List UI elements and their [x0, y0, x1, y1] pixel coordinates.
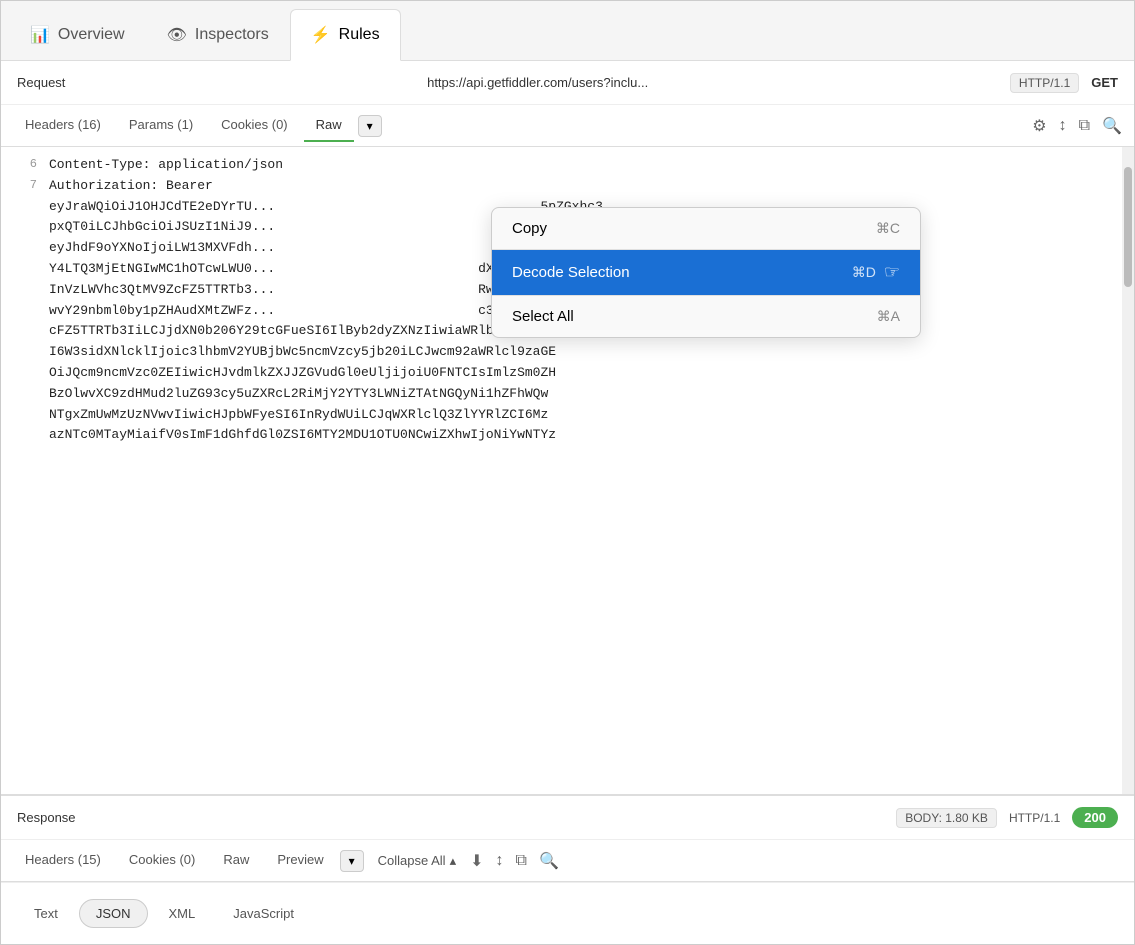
tab-rules-label: Rules [339, 26, 380, 44]
top-tabs: 📊 Overview 👁 Inspectors ⚡ Rules [1, 1, 1134, 61]
request-bar: Request https://api.getfiddler.com/users… [1, 61, 1134, 105]
sub-tab-raw[interactable]: Raw [304, 109, 354, 142]
tab-inspectors-label: Inspectors [195, 26, 269, 44]
response-sub-tab-cookies[interactable]: Cookies (0) [117, 844, 207, 877]
response-toolbar-icons: ⬇ ↕ ⧉ 🔍 [470, 851, 559, 871]
format-tab-text[interactable]: Text [17, 899, 75, 928]
format-tab-json[interactable]: JSON [79, 899, 148, 928]
decode-shortcut: ⌘D [852, 264, 876, 281]
response-copy-icon[interactable]: ⧉ [516, 852, 527, 870]
raw-dropdown[interactable]: ▾ [358, 115, 382, 137]
request-protocol: HTTP/1.1 [1010, 73, 1079, 93]
format-tab-javascript[interactable]: JavaScript [216, 899, 311, 928]
response-meta: BODY: 1.80 KB HTTP/1.1 200 [896, 807, 1118, 828]
response-sub-tabs: Headers (15) Cookies (0) Raw Preview ▾ C… [1, 840, 1134, 882]
filter-icon[interactable]: ⚙ [1032, 116, 1046, 136]
body-size: BODY: 1.80 KB [896, 808, 997, 828]
response-sort-icon[interactable]: ↕ [496, 852, 504, 870]
cursor-icon: ☞ [884, 262, 900, 283]
response-sub-tab-raw[interactable]: Raw [211, 844, 261, 877]
app-container: 📊 Overview 👁 Inspectors ⚡ Rules Request … [0, 0, 1135, 945]
code-line-token10: BzOlwvXC9zdHMud2luZG93cy5uZXRcL2RiMjY2YT… [1, 384, 1134, 405]
tab-overview[interactable]: 📊 Overview [9, 9, 146, 61]
tab-rules[interactable]: ⚡ Rules [290, 9, 401, 61]
response-http-version: HTTP/1.1 [1009, 811, 1060, 825]
response-dropdown[interactable]: ▾ [340, 850, 364, 872]
response-download-icon[interactable]: ⬇ [470, 851, 483, 871]
overview-icon: 📊 [30, 25, 50, 45]
response-bar: Response BODY: 1.80 KB HTTP/1.1 200 [1, 796, 1134, 840]
request-toolbar-icons: ⚙ ↕ ⧉ 🔍 [1032, 116, 1122, 136]
request-method: GET [1091, 75, 1118, 90]
copy-shortcut: ⌘C [876, 220, 900, 237]
context-menu: Copy ⌘C Decode Selection ⌘D ☞ Select All… [491, 207, 921, 338]
decode-label: Decode Selection [512, 264, 630, 281]
response-sub-tab-headers[interactable]: Headers (15) [13, 844, 113, 877]
code-line-token12: azNTc0MTayMiaifV0sImF1dGhfdGl0ZSI6MTY2MD… [1, 425, 1134, 446]
code-line-6: 6 Content-Type: application/json [1, 155, 1134, 176]
select-all-shortcut: ⌘A [877, 308, 900, 325]
code-line-7: 7 Authorization: Bearer [1, 176, 1134, 197]
inspectors-icon: 👁 [167, 25, 187, 45]
context-menu-select-all[interactable]: Select All ⌘A [492, 296, 920, 337]
tab-inspectors[interactable]: 👁 Inspectors [146, 9, 290, 61]
collapse-all-button[interactable]: Collapse All ▴ [368, 849, 466, 873]
collapse-chevron-up-icon: ▴ [450, 853, 457, 869]
copy-label: Copy [512, 220, 547, 237]
chevron-down-icon: ▾ [367, 119, 373, 133]
context-menu-copy[interactable]: Copy ⌘C [492, 208, 920, 249]
rules-icon: ⚡ [311, 25, 331, 45]
response-label: Response [17, 810, 76, 825]
sub-tab-cookies[interactable]: Cookies (0) [209, 109, 299, 142]
sub-tab-headers[interactable]: Headers (16) [13, 109, 113, 142]
response-section: Response BODY: 1.80 KB HTTP/1.1 200 Head… [1, 795, 1134, 944]
search-icon[interactable]: 🔍 [1102, 116, 1122, 136]
copy-icon[interactable]: ⧉ [1079, 117, 1090, 135]
response-chevron-down-icon: ▾ [349, 854, 355, 868]
response-sub-tab-preview[interactable]: Preview [265, 844, 335, 877]
format-tab-xml[interactable]: XML [152, 899, 213, 928]
collapse-all-label: Collapse All [378, 853, 446, 868]
status-badge: 200 [1072, 807, 1118, 828]
code-line-token9: OiJQcm9ncmVzc0ZEIiwicHJvdmlkZXJJZGVudGl0… [1, 363, 1134, 384]
sort-icon[interactable]: ↕ [1059, 117, 1067, 135]
response-search-icon[interactable]: 🔍 [539, 851, 559, 871]
code-line-token8: I6W3sidXNlcklIjoic3lhbmV2YUBjbWc5ncmVzcy… [1, 342, 1134, 363]
scrollbar-thumb[interactable] [1124, 167, 1132, 287]
code-area: 6 Content-Type: application/json 7 Autho… [1, 147, 1134, 795]
context-menu-decode[interactable]: Decode Selection ⌘D ☞ [492, 250, 920, 295]
request-label: Request [17, 75, 65, 90]
select-all-label: Select All [512, 308, 574, 325]
request-url: https://api.getfiddler.com/users?inclu..… [77, 75, 997, 90]
format-tabs: Text JSON XML JavaScript [1, 882, 1134, 944]
request-sub-tabs: Headers (16) Params (1) Cookies (0) Raw … [1, 105, 1134, 147]
sub-tab-params[interactable]: Params (1) [117, 109, 205, 142]
scrollbar[interactable] [1122, 147, 1134, 794]
tab-overview-label: Overview [58, 26, 125, 44]
code-line-token11: NTgxZmUwMzUzNVwvIiwicHJpbWFyeSI6InRydWUi… [1, 405, 1134, 426]
